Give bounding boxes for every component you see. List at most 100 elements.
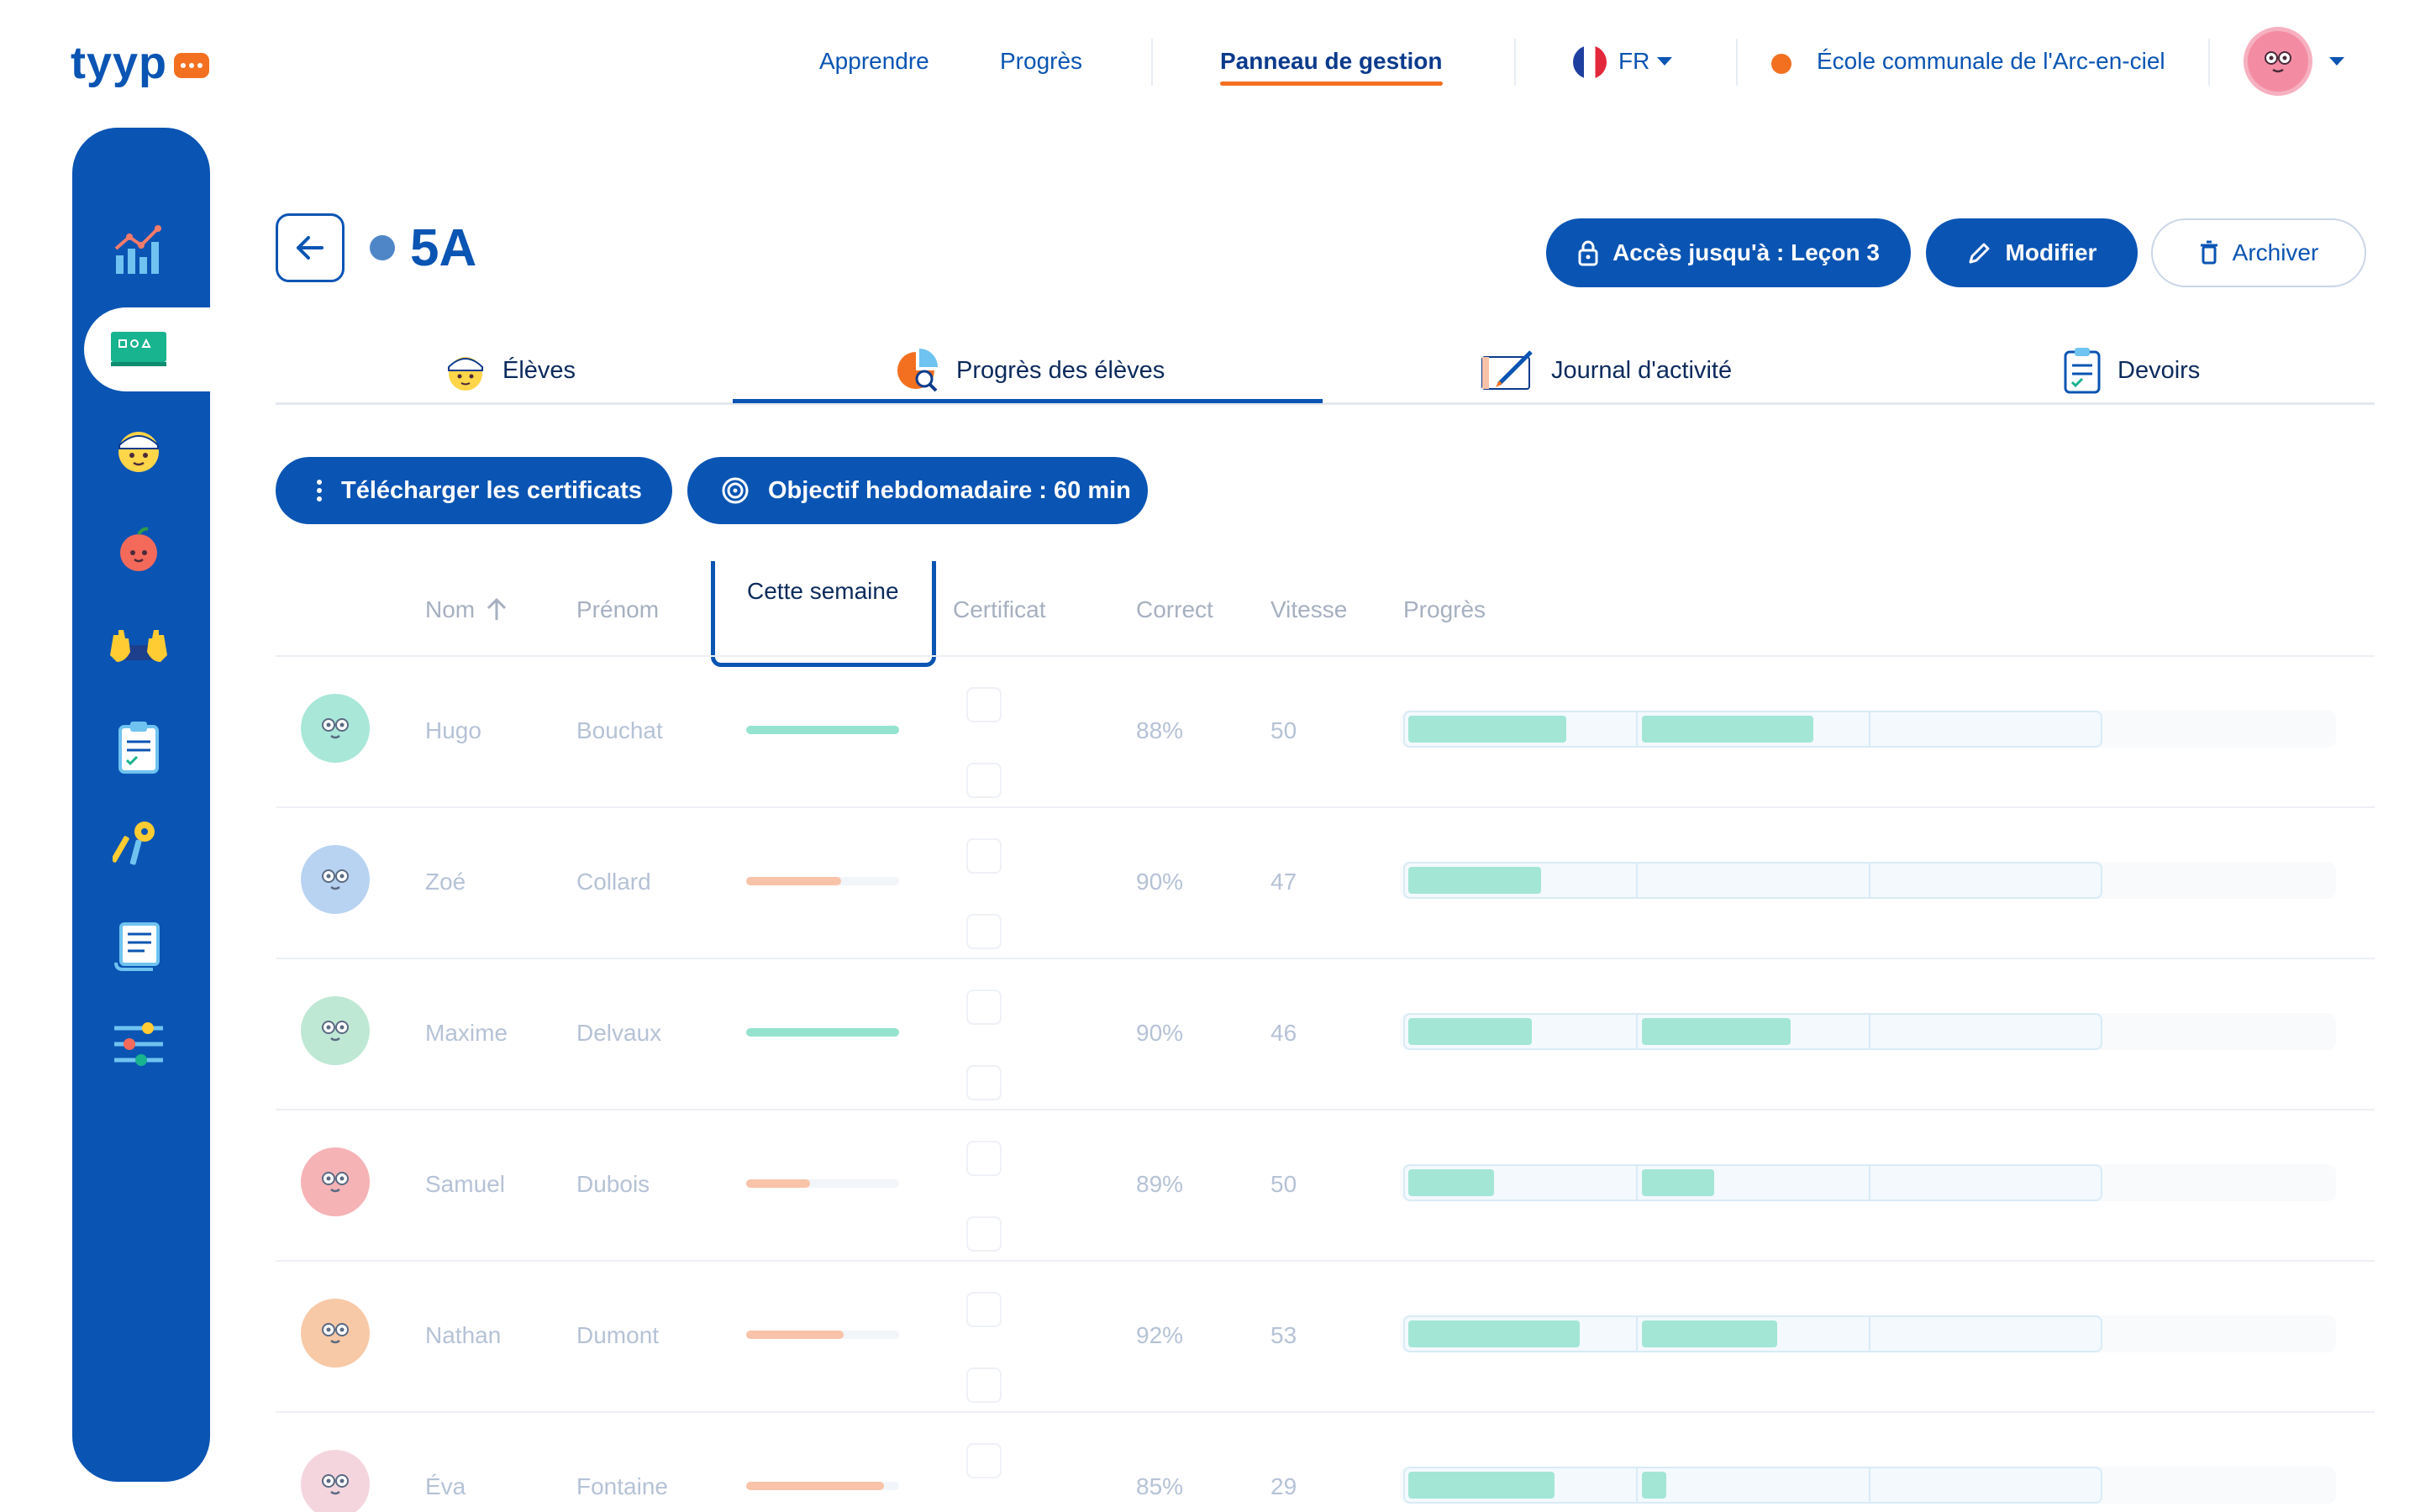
student-last-name[interactable]: Dubois <box>576 1168 650 1201</box>
weekly-goal-button[interactable]: Objectif hebdomadaire : 60 min <box>687 457 1148 524</box>
avatar-face-icon <box>2265 51 2291 73</box>
lesson-progress-track <box>1400 1315 2336 1352</box>
row-divider <box>276 958 2375 959</box>
school-name[interactable]: École communale de l'Arc-en-ciel <box>1817 42 2165 81</box>
sidebar-item-classes[interactable] <box>108 318 170 381</box>
student-avatar[interactable] <box>301 996 370 1065</box>
certificate-icon[interactable] <box>966 763 1002 798</box>
tab-homework[interactable]: Devoirs <box>2062 336 2200 405</box>
column-last-name[interactable]: Nom <box>425 593 475 627</box>
student-avatar[interactable] <box>301 694 370 763</box>
nav-divider <box>1736 39 1738 86</box>
avatar-face-icon <box>322 869 349 890</box>
column-certificate[interactable]: Certificat <box>953 593 1045 627</box>
user-avatar[interactable] <box>2244 27 2312 96</box>
sidebar-item-certificates[interactable] <box>108 914 170 976</box>
nav-divider <box>1514 39 1516 86</box>
progress-segment-fill <box>1408 1018 1532 1045</box>
top-navigation: Apprendre Progrès Panneau de gestion FR … <box>0 42 2420 86</box>
lesson-progress-track <box>1400 1164 2336 1201</box>
nav-dashboard[interactable]: Panneau de gestion <box>1220 42 1443 86</box>
student-first-name[interactable]: Zoé <box>425 865 466 899</box>
school-status-dot <box>1771 54 1791 74</box>
lesson-progress-bar[interactable] <box>1403 862 2102 899</box>
tab-student-progress-label: Progrès des élèves <box>956 356 1165 384</box>
download-certificates-button[interactable]: Télécharger les certificats <box>276 457 672 524</box>
student-avatar[interactable] <box>301 1147 370 1216</box>
back-button[interactable] <box>276 213 345 282</box>
lesson-progress-bar[interactable] <box>1403 1467 2102 1504</box>
column-progress[interactable]: Progrès <box>1403 593 1486 627</box>
lesson-progress-bar[interactable] <box>1403 711 2102 748</box>
table-row[interactable]: Zoé Collard 90% 47 <box>276 808 2375 958</box>
sidebar-item-rewards[interactable] <box>108 517 170 580</box>
certificate-icon[interactable] <box>966 1216 1002 1252</box>
edit-button[interactable]: Modifier <box>1926 218 2138 287</box>
progress-segment-fill <box>1642 1320 1777 1347</box>
tab-activity-log[interactable]: Journal d'activité <box>1481 336 1732 405</box>
certificate-icon[interactable] <box>966 687 1002 722</box>
sidebar-item-typing[interactable] <box>108 617 170 679</box>
student-first-name[interactable]: Samuel <box>425 1168 505 1201</box>
typing-speed: 46 <box>1270 1020 1297 1046</box>
student-last-name[interactable]: Dumont <box>576 1319 659 1352</box>
pie-chart-magnifier-icon <box>897 349 938 392</box>
certificate-icon[interactable] <box>966 1368 1002 1403</box>
student-first-name[interactable]: Nathan <box>425 1319 501 1352</box>
table-row[interactable]: Éva Fontaine 85% 29 <box>276 1413 2375 1512</box>
sort-ascending-icon[interactable] <box>486 596 508 622</box>
progress-segment-fill <box>1642 1472 1666 1499</box>
lesson-progress-bar[interactable] <box>1403 1013 2102 1050</box>
tab-student-progress[interactable]: Progrès des élèves <box>894 336 1165 405</box>
student-last-name[interactable]: Delvaux <box>576 1016 661 1050</box>
student-last-name[interactable]: Fontaine <box>576 1470 668 1504</box>
student-face-icon <box>448 357 483 391</box>
settings-sliders-icon <box>114 1022 163 1066</box>
certificate-icon[interactable] <box>966 990 1002 1025</box>
progress-segment-fill <box>1642 1018 1791 1045</box>
column-speed[interactable]: Vitesse <box>1270 593 1347 627</box>
user-menu-chevron-icon[interactable] <box>2329 57 2344 66</box>
correct-percentage: 85% <box>1136 1473 1184 1499</box>
column-this-week[interactable]: Cette semaine <box>711 561 936 667</box>
chevron-down-icon[interactable] <box>1657 57 1672 66</box>
table-row[interactable]: Samuel Dubois 89% 50 <box>276 1110 2375 1260</box>
student-first-name[interactable]: Hugo <box>425 714 481 748</box>
column-first-name[interactable]: Prénom <box>576 593 659 627</box>
sidebar-item-settings[interactable] <box>108 1013 170 1075</box>
sidebar-item-access[interactable] <box>108 815 170 877</box>
nav-learn[interactable]: Apprendre <box>819 42 929 81</box>
certificate-icon[interactable] <box>966 914 1002 949</box>
student-avatar[interactable] <box>301 845 370 914</box>
table-row[interactable]: Hugo Bouchat 88% 50 <box>276 657 2375 806</box>
language-selector[interactable]: FR <box>1618 42 1649 81</box>
certificate-icon[interactable] <box>966 1141 1002 1176</box>
weekly-time-bar <box>746 1028 899 1037</box>
student-avatar[interactable] <box>301 1450 370 1512</box>
weekly-time-fill <box>746 726 899 734</box>
student-last-name[interactable]: Collard <box>576 865 651 899</box>
nav-progress[interactable]: Progrès <box>1000 42 1082 81</box>
access-level-button[interactable]: Accès jusqu'à : Leçon 3 <box>1546 218 1911 287</box>
progress-segment-divider <box>1869 1166 1870 1200</box>
column-correct[interactable]: Correct <box>1136 593 1213 627</box>
certificate-icon[interactable] <box>966 1443 1002 1478</box>
lesson-progress-bar[interactable] <box>1403 1164 2102 1201</box>
certificate-icon[interactable] <box>966 1292 1002 1327</box>
student-first-name[interactable]: Maxime <box>425 1016 508 1050</box>
certificate-icon[interactable] <box>966 1065 1002 1100</box>
student-avatar[interactable] <box>301 1299 370 1368</box>
certificate-icon[interactable] <box>966 838 1002 874</box>
sidebar-item-statistics[interactable] <box>108 220 170 282</box>
table-row[interactable]: Maxime Delvaux 90% 46 <box>276 959 2375 1109</box>
tab-students[interactable]: Élèves <box>444 336 576 405</box>
progress-segment-divider <box>1636 864 1638 897</box>
weekly-time-bar <box>746 1331 899 1339</box>
archive-button[interactable]: Archiver <box>2151 218 2366 287</box>
lesson-progress-bar[interactable] <box>1403 1315 2102 1352</box>
sidebar-item-assignments[interactable] <box>108 716 170 778</box>
table-row[interactable]: Nathan Dumont 92% 53 <box>276 1262 2375 1411</box>
student-last-name[interactable]: Bouchat <box>576 714 663 748</box>
student-first-name[interactable]: Éva <box>425 1470 466 1504</box>
sidebar-item-students[interactable] <box>108 418 170 480</box>
